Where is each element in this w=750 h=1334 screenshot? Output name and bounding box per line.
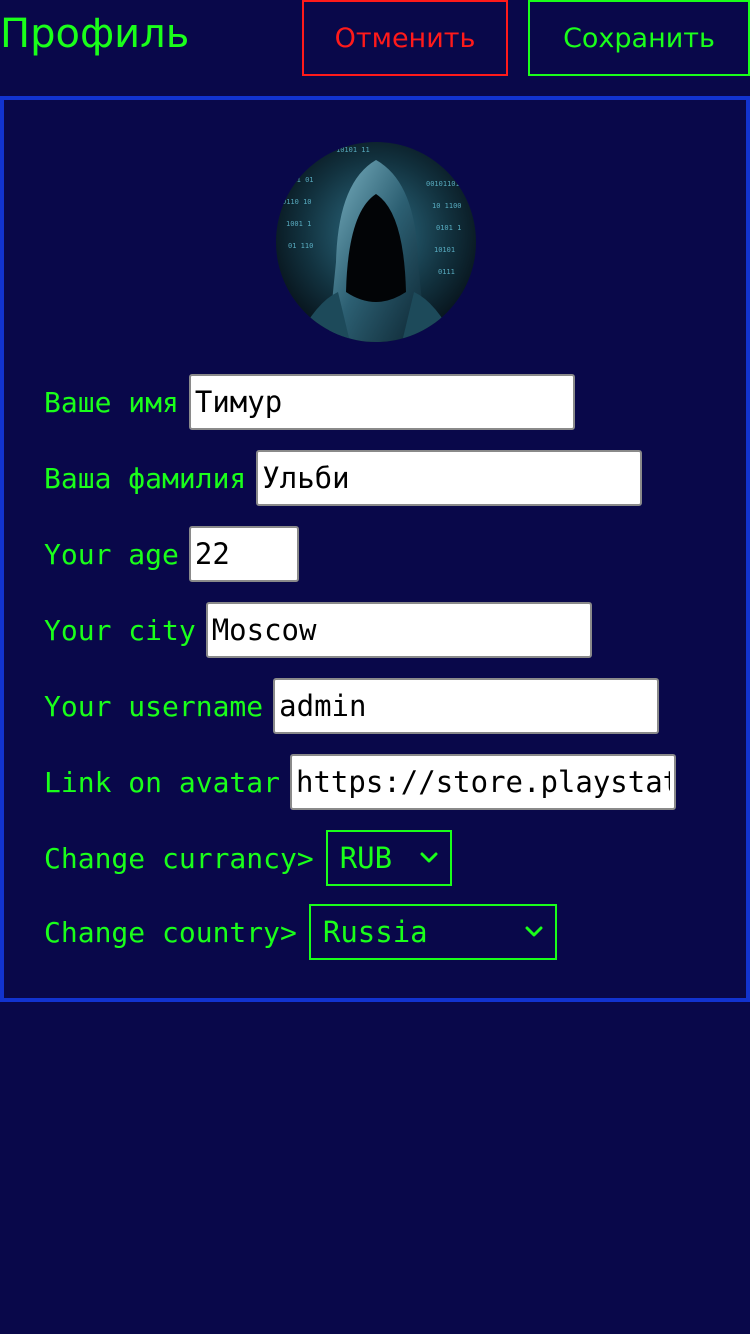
save-button[interactable]: Сохранить [528, 0, 750, 76]
svg-text:01 110: 01 110 [288, 242, 313, 250]
avatar-link-label: Link on avatar [44, 765, 281, 799]
currency-row: Change currancy> RUB [44, 830, 452, 886]
username-row: Your username [44, 678, 660, 734]
country-label: Change country> [44, 915, 297, 949]
avatar-link-input[interactable] [290, 754, 677, 810]
last-name-row: Ваша фамилия [44, 450, 643, 506]
last-name-input[interactable] [256, 450, 643, 506]
svg-text:0101 1: 0101 1 [436, 224, 461, 232]
currency-select[interactable]: RUB [325, 830, 452, 886]
age-input[interactable] [188, 526, 299, 582]
city-row: Your city [44, 602, 592, 658]
country-select[interactable]: Russia [308, 904, 557, 960]
username-label: Your username [44, 689, 264, 723]
country-row: Change country> Russia [44, 904, 557, 960]
first-name-label: Ваше имя [44, 385, 179, 419]
username-input[interactable] [273, 678, 660, 734]
currency-value: RUB [339, 841, 393, 875]
age-label: Your age [44, 537, 179, 571]
avatar-link-row: Link on avatar [44, 754, 677, 810]
chevron-down-icon [525, 926, 543, 938]
svg-text:10101: 10101 [434, 246, 455, 254]
svg-text:10 1100: 10 1100 [432, 202, 462, 210]
svg-text:00101101: 00101101 [426, 180, 460, 188]
chevron-down-icon [420, 852, 438, 864]
page-title: Профиль [0, 11, 190, 57]
first-name-row: Ваше имя [44, 374, 575, 430]
city-input[interactable] [205, 602, 592, 658]
avatar: 1011 01 0110 10 1001 1 01 110 00101101 1… [276, 142, 476, 342]
svg-text:0110 10: 0110 10 [282, 198, 312, 206]
svg-text:1001 1: 1001 1 [286, 220, 311, 228]
country-value: Russia [322, 915, 428, 949]
last-name-label: Ваша фамилия [44, 461, 247, 495]
first-name-input[interactable] [188, 374, 575, 430]
svg-text:10101 11: 10101 11 [336, 146, 370, 154]
cancel-button[interactable]: Отменить [302, 0, 508, 76]
avatar-image: 1011 01 0110 10 1001 1 01 110 00101101 1… [276, 142, 476, 342]
city-label: Your city [44, 613, 196, 647]
currency-label: Change currancy> [44, 841, 314, 875]
svg-text:0111: 0111 [438, 268, 455, 276]
age-row: Your age [44, 526, 299, 582]
